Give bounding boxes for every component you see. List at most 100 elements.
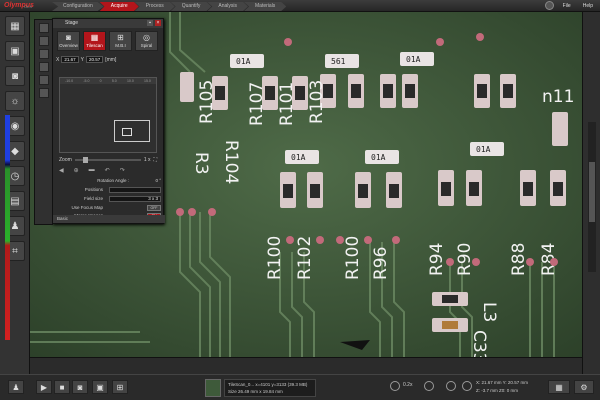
zoom-value: 1 x: [143, 157, 151, 163]
help-menu[interactable]: Help: [580, 2, 596, 10]
ruler-tick: 5.0: [111, 79, 117, 83]
image-thumbnail[interactable]: [205, 379, 221, 397]
field-size-label: Field size: [83, 196, 103, 201]
panel-tool-3-icon[interactable]: [39, 49, 49, 59]
top-right-menu: File Help: [544, 1, 596, 10]
grid-icon[interactable]: ⊞: [112, 380, 128, 394]
svg-text:R94: R94: [427, 243, 447, 276]
camera-icon[interactable]: ◙: [72, 380, 88, 394]
layout-icon[interactable]: ▦: [548, 380, 570, 394]
undo-icon[interactable]: ↶: [105, 167, 110, 174]
panel-tool-2-icon[interactable]: [39, 36, 49, 46]
field-size-field[interactable]: 3 x 3: [109, 196, 161, 202]
panel-tool-1-icon[interactable]: [39, 23, 49, 33]
zoom-slider-handle[interactable]: [82, 157, 88, 163]
tool-light-icon[interactable]: ☼: [5, 91, 25, 111]
tool-layout-icon[interactable]: ▦: [5, 16, 25, 36]
tool-gallery-icon[interactable]: ▣: [5, 41, 25, 61]
tab-quantify[interactable]: Quantify: [170, 2, 212, 11]
horizontal-scrollbar[interactable]: [30, 357, 582, 374]
intensity-scale[interactable]: [5, 115, 10, 340]
svg-text:L3: L3: [479, 302, 499, 322]
ruler-tick: 0: [99, 79, 102, 83]
map-ruler: -10.0 -5.0 0 5.0 10.0 15.0: [60, 78, 156, 84]
panel-tool-6-icon[interactable]: [39, 88, 49, 98]
tab-analysis[interactable]: Analysis: [207, 2, 249, 11]
stage-panel-header: Stage ▪ ×: [53, 19, 163, 28]
objective-zoom: 0.2x: [403, 382, 413, 388]
rotation-value: 0 °: [155, 178, 161, 183]
objective-icon[interactable]: [390, 381, 400, 391]
panel-controls: ▪ ×: [147, 20, 161, 26]
x-label: X: [56, 56, 60, 63]
ruler-tick: -10.0: [65, 79, 74, 83]
pin-icon[interactable]: ▪: [147, 20, 153, 26]
user-icon[interactable]: [544, 1, 554, 10]
positions-label: Positions: [84, 187, 103, 192]
svg-text:R101: R101: [277, 82, 297, 126]
zoom-slider[interactable]: [74, 157, 141, 163]
scroll-thumb[interactable]: [589, 162, 595, 222]
move-icon[interactable]: ◀: [59, 167, 64, 174]
zoom-row: Zoom 1 x ⛶: [59, 156, 157, 164]
stage-map[interactable]: -10.0 -5.0 0 5.0 10.0 15.0: [59, 77, 157, 153]
svg-text:01A: 01A: [406, 55, 421, 64]
svg-text:01A: 01A: [236, 57, 251, 66]
y-position-field[interactable]: 20.57: [85, 56, 104, 63]
mode-mbi-button[interactable]: ⊞ M.B.I: [109, 31, 132, 51]
tab-acquire[interactable]: Acquire: [99, 2, 139, 11]
svg-text:R88: R88: [509, 243, 529, 276]
map-tools-row: ◀ ⊕ ▬ ↶ ↷: [59, 167, 125, 174]
light-icon[interactable]: [424, 381, 434, 391]
stop-icon[interactable]: ■: [54, 380, 70, 394]
focus-icon[interactable]: [446, 381, 456, 391]
user-icon[interactable]: ♟: [8, 380, 24, 394]
redo-icon[interactable]: ↷: [120, 167, 125, 174]
image-status: TileScan_0... x=4101 y=3133 (39.3 MB) Si…: [224, 379, 316, 397]
focus-map-label: Use Focus Map: [71, 205, 103, 210]
focus-map-toggle[interactable]: OFF: [147, 205, 161, 211]
tool-camera-icon[interactable]: ◙: [5, 66, 25, 86]
tab-materials[interactable]: Materials: [244, 2, 287, 11]
play-icon[interactable]: ▶: [36, 380, 52, 394]
scan-area-rect[interactable]: [114, 120, 150, 142]
file-menu[interactable]: File: [560, 2, 574, 10]
crosshair-icon[interactable]: ⊕: [74, 167, 79, 174]
image-status-size: Size 26.49 mm x 19.84 mm: [228, 389, 283, 394]
svg-text:R90: R90: [455, 243, 475, 276]
trash-icon[interactable]: ▬: [89, 167, 95, 174]
vertical-scrollbar[interactable]: [588, 122, 596, 272]
svg-text:01A: 01A: [476, 145, 491, 154]
mode-tilescan-button[interactable]: ▦ Tilescan: [83, 31, 106, 51]
ruler-tick: -5.0: [83, 79, 90, 83]
svg-text:01A: 01A: [371, 153, 386, 162]
right-sidebar: [582, 12, 600, 374]
basic-section-header[interactable]: Basic: [53, 215, 165, 223]
svg-text:R96: R96: [371, 247, 391, 280]
stage-panel-title: Stage: [65, 20, 79, 26]
scan-mode-row: ◙ Overview ▦ Tilescan ⊞ M.B.I ◎ Spiral: [53, 28, 163, 53]
panel-side-toolbar: [34, 19, 53, 225]
svg-text:n11: n11: [542, 87, 574, 107]
tab-configuration[interactable]: Configuration: [52, 2, 104, 11]
fit-icon[interactable]: ⛶: [153, 157, 157, 163]
stage-panel: Stage ▪ × ◙ Overview ▦ Tilescan ⊞ M.B.I ◎ Sp…: [34, 18, 165, 225]
stage-icon[interactable]: [462, 381, 472, 391]
tab-process[interactable]: Process: [134, 2, 175, 11]
svg-text:R100: R100: [343, 236, 363, 280]
panel-tool-4-icon[interactable]: [39, 62, 49, 72]
rotation-row: Rotation Angle : 0 °: [53, 177, 165, 185]
mode-overview-button[interactable]: ◙ Overview: [57, 31, 80, 51]
field-size-row: Field size 3 x 3: [53, 195, 165, 203]
title-bar: Olympus OLS Configuration Acquire Proces…: [0, 0, 600, 12]
workflow-tabs: Configuration Acquire Process Quantify A…: [52, 2, 287, 11]
rotation-label: Rotation Angle :: [97, 178, 129, 183]
unit-label: [mm]: [105, 56, 117, 63]
panel-tool-5-icon[interactable]: [39, 75, 49, 85]
settings-icon[interactable]: ⚙: [574, 380, 594, 394]
x-position-field[interactable]: 21.67: [61, 56, 79, 63]
mode-spiral-button[interactable]: ◎ Spiral: [135, 31, 158, 51]
positions-field[interactable]: [109, 187, 161, 193]
close-icon[interactable]: ×: [155, 20, 161, 26]
capture-icon[interactable]: ▣: [92, 380, 108, 394]
